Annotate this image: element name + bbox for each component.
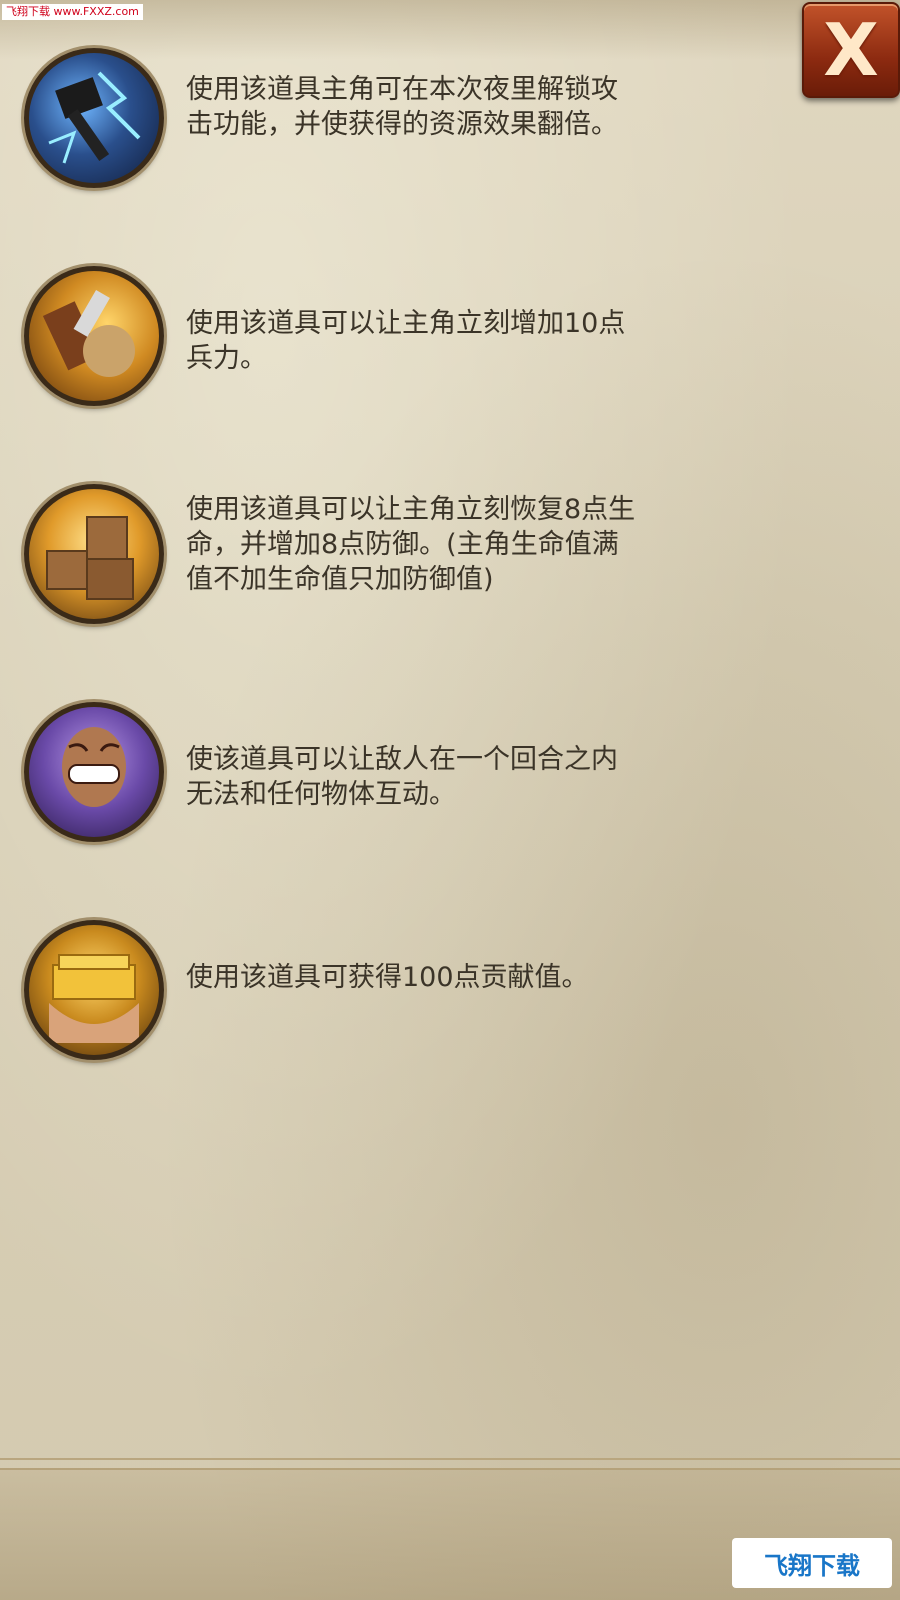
item-row: 使用该道具主角可在本次夜里解锁攻击功能，并使获得的资源效果翻倍。 — [24, 48, 644, 198]
watermark-top: 飞翔下载 www.FXXZ.com — [2, 4, 143, 20]
close-button[interactable]: X — [802, 2, 900, 98]
watermark-bottom: 飞翔下载 — [732, 1538, 892, 1588]
close-icon: X — [823, 8, 879, 92]
item-description: 使用该道具可以让主角立刻增加10点兵力。 — [186, 308, 626, 374]
supply-crates-icon — [24, 484, 164, 624]
item-description: 使该道具可以让敌人在一个回合之内无法和任何物体互动。 — [186, 744, 618, 810]
item-row: 使用该道具可获得100点贡献值。 — [24, 920, 644, 1070]
gold-bars-hands-icon — [24, 920, 164, 1060]
item-row: 使用该道具可以让主角立刻增加10点兵力。 — [24, 266, 644, 416]
item-description: 使用该道具主角可在本次夜里解锁攻击功能，并使获得的资源效果翻倍。 — [186, 74, 618, 140]
fist-weapon-icon — [24, 266, 164, 406]
item-description: 使用该道具可以让主角立刻恢复8点生命，并增加8点防御。(主角生命值满值不加生命值… — [186, 494, 636, 595]
item-description: 使用该道具可获得100点贡献值。 — [186, 962, 589, 993]
hammer-lightning-icon — [24, 48, 164, 188]
item-row: 使该道具可以让敌人在一个回合之内无法和任何物体互动。 — [24, 702, 644, 852]
item-row: 使用该道具可以让主角立刻恢复8点生命，并增加8点防御。(主角生命值满值不加生命值… — [24, 484, 644, 634]
grinning-face-icon — [24, 702, 164, 842]
